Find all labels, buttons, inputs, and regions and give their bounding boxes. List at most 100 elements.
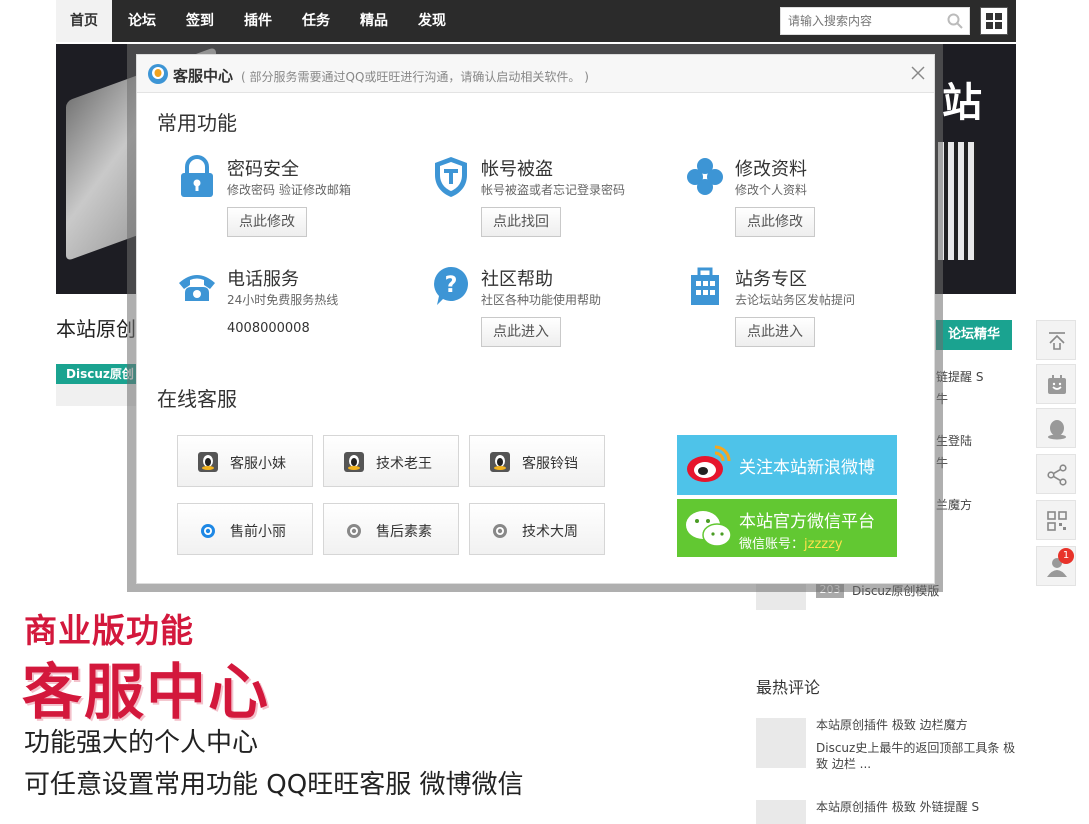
feature-name: 修改资料 <box>735 159 807 180</box>
feature-desc: 社区各种功能使用帮助 <box>481 293 602 307</box>
top-nav: 首页 论坛 签到 插件 任务 精品 发现 <box>56 0 1016 42</box>
nav-plugins[interactable]: 插件 <box>230 0 286 42</box>
telephone-icon <box>179 275 215 301</box>
qq-icon <box>344 452 364 472</box>
agent-button-qq[interactable]: 客服小妹 <box>177 435 313 487</box>
hot-item-title[interactable]: 本站原创插件 极致 边栏魔方 <box>816 716 968 733</box>
hot-comments-title: 最热评论 <box>756 678 821 697</box>
qrcode-button[interactable] <box>1036 500 1076 540</box>
feature-password: 密码安全 修改密码 验证修改邮箱 点此修改 <box>177 155 417 245</box>
promo-line: 可任意设置常用功能 QQ旺旺客服 微博微信 <box>24 770 524 800</box>
feature-desc: 修改密码 验证修改邮箱 <box>227 183 351 197</box>
wangwang-icon <box>347 524 361 538</box>
weibo-icon <box>687 445 731 482</box>
change-password-button[interactable]: 点此修改 <box>227 207 307 237</box>
recover-account-button[interactable]: 点此找回 <box>481 207 561 237</box>
checkin-button[interactable] <box>1036 364 1076 404</box>
post-title[interactable]: 本站原创 <box>56 313 136 342</box>
wangwang-icon <box>201 524 215 538</box>
feature-edit-profile: 修改资料 修改个人资料 点此修改 <box>685 155 925 245</box>
wechat-account-label: 微信账号： <box>739 537 805 552</box>
dialog-header: 客服中心 ( 部分服务需要通过QQ或旺旺进行沟通，请确认启动相关软件。 ) <box>137 55 934 93</box>
back-to-top-button[interactable] <box>1036 320 1076 360</box>
agent-name: 技术大周 <box>522 524 578 540</box>
promo-headline: 客服中心 <box>22 658 270 728</box>
agent-button-qq[interactable]: 客服铃铛 <box>469 435 605 487</box>
enter-affairs-button[interactable]: 点此进入 <box>735 317 815 347</box>
feature-phone-service: 电话服务 24小时免费服务热线 4008000008 <box>177 265 417 355</box>
weibo-text: 关注本站新浪微博 <box>739 458 875 478</box>
feature-name: 站务专区 <box>735 269 807 290</box>
side-tab-highlights[interactable]: 论坛精华 <box>936 320 1012 350</box>
search-box <box>780 7 970 35</box>
qq-penguin-icon <box>1048 420 1066 440</box>
question-bubble-icon: ? <box>434 267 468 305</box>
feature-name: 密码安全 <box>227 159 299 180</box>
feature-desc: 帐号被盗或者忘记登录密码 <box>481 183 626 197</box>
feature-name: 电话服务 <box>227 269 299 290</box>
share-icon <box>1047 464 1067 486</box>
agent-button-wangwang[interactable]: 技术大周 <box>469 503 605 555</box>
category-tag[interactable]: Discuz原创插 <box>56 364 136 401</box>
calendar-icon <box>1048 375 1066 394</box>
wechat-text: 本站官方微信平台 <box>739 512 875 532</box>
grid-menu-button[interactable] <box>980 7 1008 35</box>
common-functions-title: 常用功能 <box>157 111 237 135</box>
dialog-title: 客服中心 <box>173 67 234 85</box>
nav-tasks[interactable]: 任务 <box>288 0 344 42</box>
feature-site-affairs: 站务专区 去论坛站务区发帖提问 点此进入 <box>685 265 925 355</box>
side-line[interactable]: 链提醒 S <box>936 368 983 385</box>
edit-profile-button[interactable]: 点此修改 <box>735 207 815 237</box>
shield-icon <box>435 157 467 197</box>
thumbnail[interactable] <box>756 800 806 824</box>
online-service-title: 在线客服 <box>157 387 237 411</box>
svg-text:?: ? <box>445 273 458 298</box>
agent-button-wangwang[interactable]: 售后素素 <box>323 503 459 555</box>
promo-line: 功能强大的个人中心 <box>24 728 259 758</box>
customer-service-dialog: 客服中心 ( 部分服务需要通过QQ或旺旺进行沟通，请确认启动相关软件。 ) 常用… <box>136 54 935 584</box>
thumbnail[interactable] <box>756 718 806 768</box>
notification-badge: 1 <box>1058 548 1074 564</box>
agent-name: 售后素素 <box>376 524 432 540</box>
enter-help-button[interactable]: 点此进入 <box>481 317 561 347</box>
grid-icon <box>986 13 1002 29</box>
agent-button-qq[interactable]: 技术老王 <box>323 435 459 487</box>
feature-desc: 去论坛站务区发帖提问 <box>735 293 856 307</box>
nav-discover[interactable]: 发现 <box>404 0 460 42</box>
follow-weibo-button[interactable]: 关注本站新浪微博 <box>677 435 897 495</box>
share-button[interactable] <box>1036 454 1076 494</box>
nav-home[interactable]: 首页 <box>56 0 112 42</box>
feature-desc: 24小时免费服务热线 <box>227 293 339 307</box>
dialog-subtitle: ( 部分服务需要通过QQ或旺旺进行沟通，请确认启动相关软件。 ) <box>241 70 589 84</box>
wechat-platform-button[interactable]: 本站官方微信平台 微信账号：jzzzzy <box>677 499 897 557</box>
agent-button-wangwang[interactable]: 售前小丽 <box>177 503 313 555</box>
search-input[interactable] <box>781 8 941 34</box>
feature-desc: 修改个人资料 <box>735 183 808 197</box>
clover-icon <box>687 158 723 195</box>
qq-service-button[interactable] <box>1036 408 1076 448</box>
user-center-button[interactable]: 1 <box>1036 546 1076 586</box>
agent-name: 售前小丽 <box>230 524 286 540</box>
wechat-account: 微信账号：jzzzzy <box>739 533 843 552</box>
hotline-number: 4008000008 <box>227 321 310 336</box>
close-icon[interactable] <box>910 65 926 81</box>
nav-featured[interactable]: 精品 <box>346 0 402 42</box>
lock-icon <box>181 155 213 197</box>
category-strip <box>56 384 136 406</box>
wechat-icon <box>686 511 732 547</box>
wechat-account-id: jzzzzy <box>804 537 843 552</box>
qrcode-icon <box>1047 511 1067 531</box>
hot-item-title[interactable]: 本站原创插件 极致 外链提醒 S <box>816 798 979 815</box>
feature-community-help: ? 社区帮助 社区各种功能使用帮助 点此进入 <box>431 265 671 355</box>
feature-name: 社区帮助 <box>481 269 553 290</box>
building-icon <box>691 267 719 305</box>
qq-icon <box>490 452 510 472</box>
feature-name: 帐号被盗 <box>481 159 553 180</box>
hot-item-desc: Discuz史上最牛的返回顶部工具条 极致 边栏 ... <box>816 741 1016 771</box>
nav-forum[interactable]: 论坛 <box>114 0 170 42</box>
search-icon[interactable] <box>947 13 963 29</box>
agent-name: 客服小妹 <box>230 456 286 472</box>
nav-checkin[interactable]: 签到 <box>172 0 228 42</box>
agent-name: 客服铃铛 <box>522 456 578 472</box>
wangwang-icon <box>493 524 507 538</box>
